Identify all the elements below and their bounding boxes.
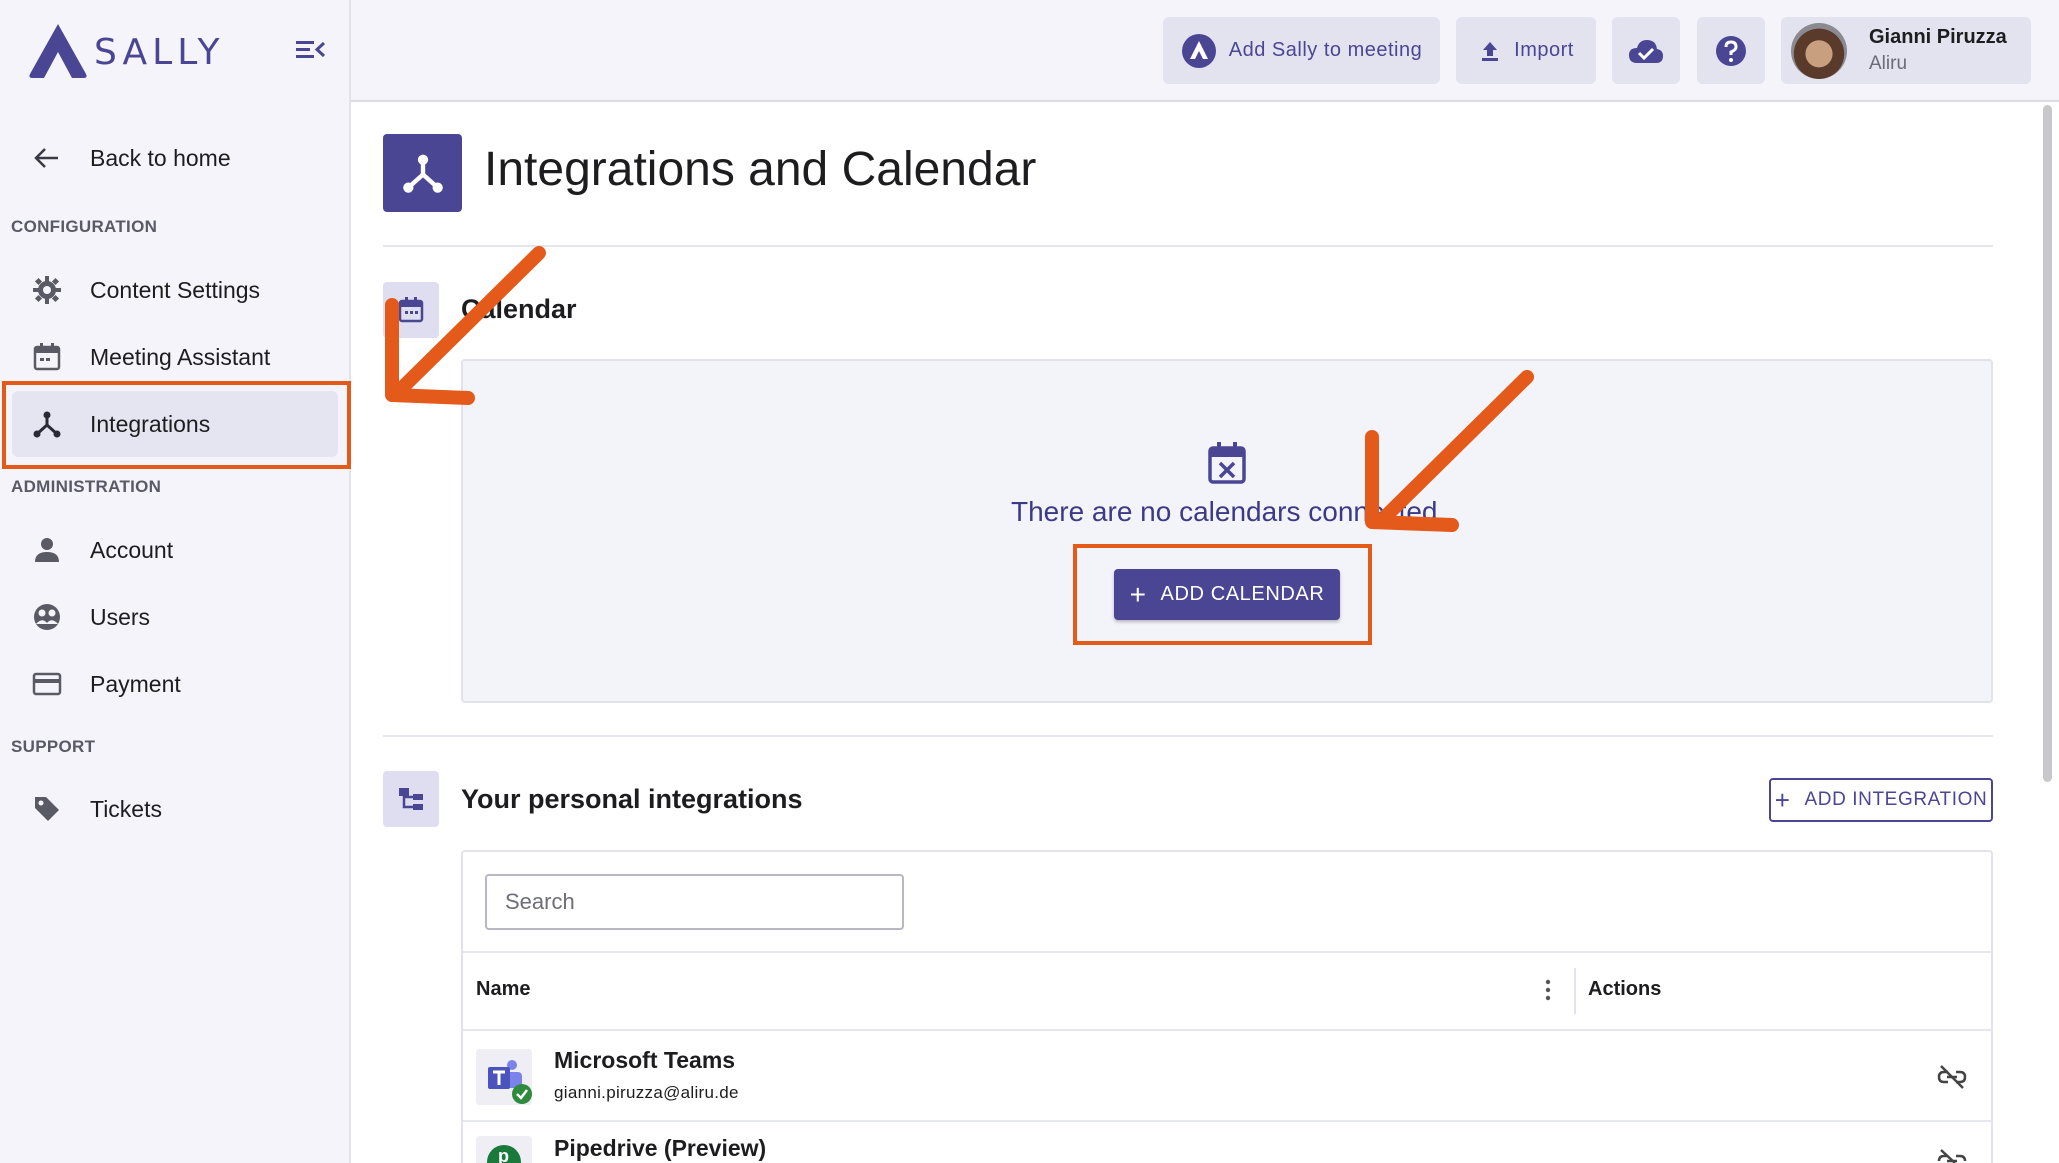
column-menu-icon[interactable] <box>1543 978 1553 1002</box>
brand-name: SALLY <box>94 31 225 73</box>
upload-icon <box>1482 41 1499 61</box>
help-icon <box>1716 35 1746 66</box>
pipedrive-logo: p <box>476 1136 532 1163</box>
table-divider <box>463 951 1991 953</box>
column-header-name[interactable]: Name <box>476 978 530 1001</box>
sally-logo[interactable]: SALLY <box>26 20 224 80</box>
sidebar-item-content-settings[interactable]: Content Settings <box>12 257 338 323</box>
sidebar-item-label: Payment <box>90 670 181 697</box>
tag-icon <box>24 786 70 832</box>
annotation-highlight-integrations <box>2 381 351 469</box>
svg-text:p: p <box>498 1146 509 1163</box>
calendar-section-icon <box>383 282 439 338</box>
sidebar-item-label: Meeting Assistant <box>90 343 271 370</box>
add-sally-label: Add Sally to meeting <box>1228 39 1423 61</box>
divider <box>383 735 1993 737</box>
calendar-icon <box>24 334 70 380</box>
import-button[interactable]: Import <box>1456 17 1596 84</box>
section-configuration: CONFIGURATION <box>11 217 158 236</box>
back-to-home-link[interactable]: Back to home <box>12 125 338 191</box>
sidebar-item-users[interactable]: Users <box>12 584 338 650</box>
user-name: Gianni Piruzza <box>1869 26 2007 48</box>
table-divider <box>463 1029 1991 1031</box>
unlink-icon[interactable] <box>1937 1148 1967 1163</box>
add-integration-label: ADD INTEGRATION <box>1804 789 1988 810</box>
unlink-icon[interactable] <box>1937 1064 1967 1090</box>
back-to-home-label: Back to home <box>90 144 231 171</box>
integration-name: Pipedrive (Preview) <box>554 1135 767 1161</box>
sidebar-item-label: Users <box>90 603 151 630</box>
calendar-remove-icon <box>1208 442 1246 484</box>
arrow-left-icon <box>24 135 70 181</box>
calendar-empty-state <box>461 359 1993 703</box>
sidebar-item-account[interactable]: Account <box>12 517 338 583</box>
collapse-sidebar-icon[interactable] <box>293 36 327 64</box>
card-icon <box>24 661 70 707</box>
page-title: Integrations and Calendar <box>484 143 1037 196</box>
integration-name: Microsoft Teams <box>554 1047 736 1073</box>
users-icon <box>24 594 70 640</box>
table-divider <box>463 1120 1991 1122</box>
sidebar-item-label: Content Settings <box>90 276 261 303</box>
sidebar-item-label: Tickets <box>90 795 162 822</box>
plus-icon: + <box>1774 785 1791 815</box>
column-header-actions: Actions <box>1588 978 1662 1000</box>
sidebar-item-payment[interactable]: Payment <box>12 651 338 717</box>
cloud-sync-button[interactable] <box>1612 17 1680 84</box>
calendar-section-title: Calendar <box>461 294 577 324</box>
gear-icon <box>24 267 70 313</box>
sidebar-item-label: Account <box>90 536 174 563</box>
column-separator[interactable] <box>1574 968 1576 1014</box>
divider <box>383 245 1993 247</box>
person-icon <box>24 527 70 573</box>
integration-email: gianni.piruzza@aliru.de <box>554 1083 739 1102</box>
no-calendars-message: There are no calendars connected <box>1011 496 1438 527</box>
main-scrollbar[interactable] <box>2043 105 2052 782</box>
avatar <box>1791 22 1847 79</box>
sally-badge-icon <box>1181 33 1216 68</box>
integrations-section-icon <box>383 771 439 827</box>
annotation-highlight-add-calendar <box>1073 544 1372 645</box>
microsoft-teams-logo <box>476 1049 532 1105</box>
search-placeholder: Search <box>505 889 575 914</box>
search-input[interactable]: Search <box>485 874 904 930</box>
page-integrations-icon <box>383 134 462 212</box>
sidebar-item-tickets[interactable]: Tickets <box>12 776 338 842</box>
import-label: Import <box>1514 39 1574 61</box>
integrations-section-title: Your personal integrations <box>461 784 803 814</box>
sidebar: SALLY Back to home CONFIGURATION Content… <box>0 0 351 1163</box>
user-organization: Aliru <box>1869 53 1908 74</box>
section-support: SUPPORT <box>11 737 96 756</box>
add-integration-button[interactable]: + ADD INTEGRATION <box>1769 778 1993 822</box>
section-administration: ADMINISTRATION <box>11 477 162 496</box>
add-sally-to-meeting-button[interactable]: Add Sally to meeting <box>1163 17 1440 84</box>
cloud-check-icon <box>1629 39 1663 63</box>
sally-logo-icon <box>29 24 87 78</box>
help-button[interactable] <box>1697 17 1765 84</box>
user-menu-button[interactable]: Gianni Piruzza Aliru <box>1781 17 2031 84</box>
